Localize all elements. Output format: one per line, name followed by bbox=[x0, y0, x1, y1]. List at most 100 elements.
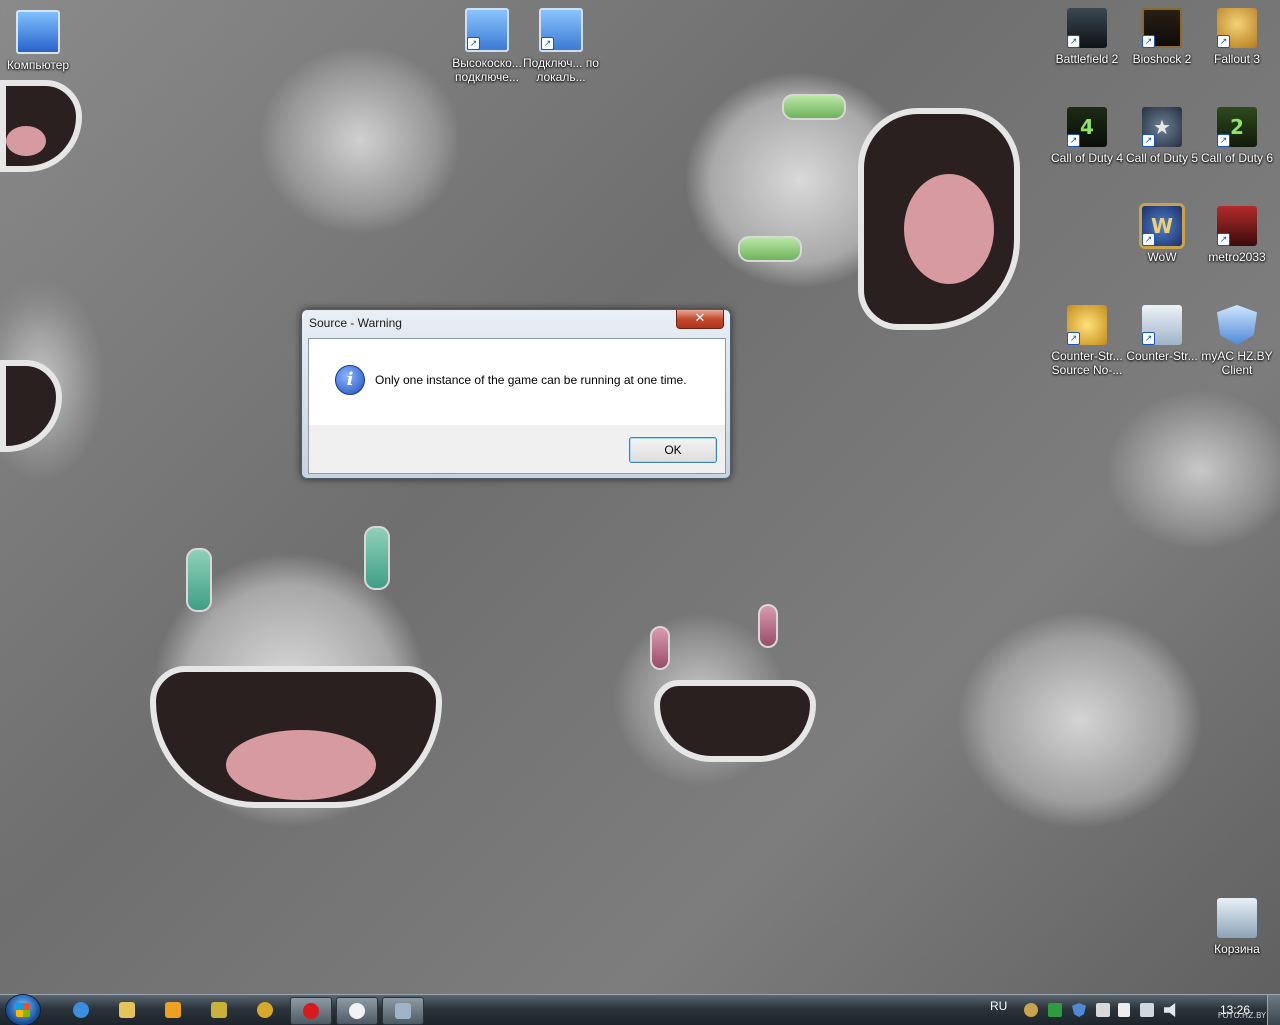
shortcut-arrow-icon: ↗ bbox=[1217, 134, 1230, 147]
taskbar-app-2[interactable] bbox=[245, 997, 285, 1023]
watermark: FOTO.HZ.BY bbox=[1217, 1011, 1266, 1020]
wallpaper-eye bbox=[782, 94, 846, 120]
desktop-icon-label: myAC HZ.BY Client bbox=[1201, 349, 1273, 377]
ok-button[interactable]: OK bbox=[629, 437, 717, 463]
shortcut-arrow-icon: ↗ bbox=[1142, 35, 1155, 48]
wallpaper-mouth bbox=[654, 680, 816, 762]
app-icon-3 bbox=[395, 1003, 411, 1019]
language-indicator[interactable]: RU bbox=[990, 999, 1007, 1013]
windows-logo-icon bbox=[16, 1003, 30, 1017]
taskbar-opera[interactable] bbox=[290, 997, 332, 1025]
wallpaper-eye bbox=[186, 548, 212, 612]
recycle-bin-icon bbox=[1217, 898, 1257, 938]
taskbar-app-3[interactable] bbox=[382, 997, 424, 1025]
desktop-icon-label: Высокоско... подключе... bbox=[452, 56, 522, 84]
dialog-footer: OK bbox=[309, 425, 725, 473]
wallpaper-mouth bbox=[0, 360, 62, 452]
wallpaper-eye bbox=[364, 526, 390, 590]
taskbar-internet-explorer[interactable] bbox=[61, 997, 101, 1023]
explorer-folder-icon bbox=[119, 1002, 135, 1018]
desktop-icon-label: Fallout 3 bbox=[1213, 52, 1261, 66]
dialog-title: Source - Warning bbox=[309, 316, 402, 330]
desktop-icon-fallout3[interactable]: ↗ Fallout 3 bbox=[1199, 8, 1275, 66]
info-icon: i bbox=[335, 365, 365, 395]
desktop-icon-recycle-bin[interactable]: Корзина bbox=[1199, 898, 1275, 956]
shortcut-arrow-icon: ↗ bbox=[1217, 35, 1230, 48]
desktop-icon-label: Counter-Str... Source No-... bbox=[1051, 349, 1123, 377]
opera-icon bbox=[303, 1003, 319, 1019]
cod6-icon: 2 ↗ bbox=[1217, 107, 1257, 147]
taskbar-counter-strike[interactable] bbox=[336, 997, 378, 1025]
wallpaper-eye bbox=[650, 626, 670, 670]
system-tray: RU 13:26 bbox=[980, 995, 1280, 1025]
desktop-icon-label: metro2033 bbox=[1208, 250, 1266, 264]
network-connection-icon: ↗ bbox=[465, 8, 509, 52]
desktop-icon-computer[interactable]: Компьютер bbox=[0, 10, 76, 72]
start-button[interactable] bbox=[6, 995, 40, 1025]
shortcut-arrow-icon: ↗ bbox=[467, 37, 480, 50]
tray-icon-2[interactable] bbox=[1048, 1003, 1062, 1017]
wallpaper-eye bbox=[738, 236, 802, 262]
cod5-icon: ★ ↗ bbox=[1142, 107, 1182, 147]
shortcut-arrow-icon: ↗ bbox=[541, 37, 554, 50]
app-icon-2 bbox=[257, 1002, 273, 1018]
wallpaper-mouth bbox=[0, 80, 82, 172]
shortcut-arrow-icon: ↗ bbox=[1142, 233, 1155, 246]
wallpaper-mouth bbox=[858, 108, 1020, 330]
metro2033-icon: ↗ bbox=[1217, 206, 1257, 246]
desktop-icon-label: Call of Duty 5 bbox=[1125, 151, 1199, 165]
counter-strike-icon: ↗ bbox=[1142, 305, 1182, 345]
network-icon[interactable] bbox=[1140, 1003, 1154, 1017]
desktop-icon-network-connection[interactable]: ↗ Высокоско... подключе... bbox=[449, 8, 525, 84]
myac-client-icon bbox=[1217, 305, 1257, 345]
desktop-icon-label: Bioshock 2 bbox=[1132, 52, 1192, 66]
bioshock2-icon: ↗ bbox=[1142, 8, 1182, 48]
no-network-icon[interactable] bbox=[1096, 1003, 1110, 1017]
desktop-icon-bioshock2[interactable]: ↗ Bioshock 2 bbox=[1124, 8, 1200, 66]
desktop-icon-metro2033[interactable]: ↗ metro2033 bbox=[1199, 206, 1275, 264]
dialog-body: i Only one instance of the game can be r… bbox=[308, 338, 726, 474]
counter-strike-taskbar-icon bbox=[349, 1003, 365, 1019]
taskbar-media-player[interactable] bbox=[153, 997, 193, 1023]
desktop-icon-label: Компьютер bbox=[6, 58, 70, 72]
taskbar: RU 13:26 bbox=[0, 994, 1280, 1025]
shortcut-arrow-icon: ↗ bbox=[1067, 35, 1080, 48]
desktop-icon-label: Подключ... по локаль... bbox=[523, 56, 599, 84]
desktop-icon-myac-client[interactable]: myAC HZ.BY Client bbox=[1199, 305, 1275, 377]
desktop-icon-cod6[interactable]: 2 ↗ Call of Duty 6 bbox=[1199, 107, 1275, 165]
shortcut-arrow-icon: ↗ bbox=[1067, 134, 1080, 147]
desktop-icon-wow[interactable]: W ↗ WoW bbox=[1124, 206, 1200, 264]
taskbar-app-1[interactable] bbox=[199, 997, 239, 1023]
wow-icon: W ↗ bbox=[1142, 206, 1182, 246]
desktop-icon-lan-connection[interactable]: ↗ Подключ... по локаль... bbox=[523, 8, 599, 84]
desktop-icon-cod5[interactable]: ★ ↗ Call of Duty 5 bbox=[1124, 107, 1200, 165]
volume-icon[interactable] bbox=[1164, 1003, 1176, 1017]
fallout3-icon: ↗ bbox=[1217, 8, 1257, 48]
close-button[interactable]: ✕ bbox=[676, 310, 724, 329]
shortcut-arrow-icon: ↗ bbox=[1067, 332, 1080, 345]
warning-dialog: Source - Warning ✕ i Only one instance o… bbox=[301, 309, 731, 479]
desktop-icon-label: Battlefield 2 bbox=[1055, 52, 1119, 66]
desktop-icon-cod4[interactable]: 4 ↗ Call of Duty 4 bbox=[1049, 107, 1125, 165]
desktop-icon-counter-strike-source[interactable]: ↗ Counter-Str... Source No-... bbox=[1049, 305, 1125, 377]
shortcut-arrow-icon: ↗ bbox=[1142, 332, 1155, 345]
desktop-icon-label: Корзина bbox=[1214, 942, 1260, 956]
cod4-icon: 4 ↗ bbox=[1067, 107, 1107, 147]
flag-icon[interactable] bbox=[1118, 1003, 1130, 1017]
app-icon-1 bbox=[211, 1002, 227, 1018]
desktop-icon-label: Call of Duty 6 bbox=[1200, 151, 1274, 165]
wallpaper-mouth bbox=[150, 666, 442, 808]
shortcut-arrow-icon: ↗ bbox=[1217, 233, 1230, 246]
shield-icon[interactable] bbox=[1072, 1003, 1086, 1017]
show-desktop-button[interactable] bbox=[1267, 995, 1280, 1025]
shortcut-arrow-icon: ↗ bbox=[1142, 134, 1155, 147]
wallpaper-eye bbox=[758, 604, 778, 648]
desktop-icon-battlefield2[interactable]: ↗ Battlefield 2 bbox=[1049, 8, 1125, 66]
internet-explorer-icon bbox=[73, 1002, 89, 1018]
counter-strike-source-icon: ↗ bbox=[1067, 305, 1107, 345]
desktop-icon-label: WoW bbox=[1147, 250, 1177, 264]
computer-icon bbox=[16, 10, 60, 54]
tray-icon-1[interactable] bbox=[1024, 1003, 1038, 1017]
desktop-icon-counter-strike[interactable]: ↗ Counter-Str... bbox=[1124, 305, 1200, 363]
taskbar-explorer[interactable] bbox=[107, 997, 147, 1023]
